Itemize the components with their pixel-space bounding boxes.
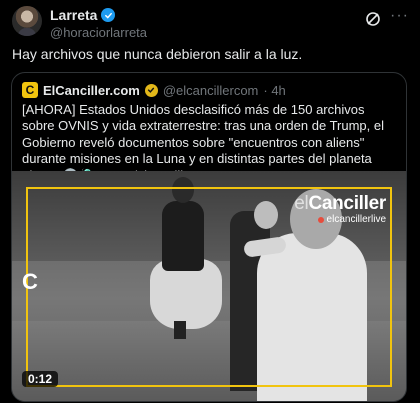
watermark-brand-name: Canciller (308, 193, 386, 214)
tweet-text: Hay archivos que nunca debieron salir a … (12, 46, 303, 62)
live-dot-icon (317, 216, 324, 223)
verified-badge-icon (101, 8, 116, 22)
gold-verified-badge-icon (144, 83, 158, 97)
more-options-icon[interactable]: ··· (390, 8, 408, 28)
author-avatar[interactable] (12, 6, 42, 36)
video-player[interactable]: C elCanciller elcancillerlive 0:12 (12, 171, 406, 401)
quoted-tweet-time[interactable]: · 4h (263, 83, 285, 98)
quoted-tweet-header: C ElCanciller.com @elcancillercom · 4h (22, 82, 286, 98)
quoted-author-handle[interactable]: @elcancillercom (163, 83, 259, 98)
channel-corner-logo: C (22, 269, 38, 294)
author-name-line: Larreta (50, 7, 116, 23)
author-display-name[interactable]: Larreta (50, 7, 97, 23)
grok-icon[interactable] (364, 10, 382, 28)
quoted-author-avatar[interactable]: C (22, 82, 38, 98)
watermark-subtitle: elcancillerlive (294, 214, 386, 225)
quoted-author-name[interactable]: ElCanciller.com (43, 83, 140, 98)
video-duration-badge: 0:12 (22, 371, 59, 387)
video-watermark: elCanciller elcancillerlive (294, 193, 386, 225)
watermark-brand-prefix: el (294, 193, 309, 214)
tweet-header: Larreta @horaciorlarreta ··· (12, 6, 408, 40)
watermark-subtitle-text: elcancillerlive (326, 214, 386, 225)
watermark-brand: elCanciller (294, 193, 386, 215)
author-handle[interactable]: @horaciorlarreta (50, 25, 147, 40)
quoted-tweet-card[interactable]: C ElCanciller.com @elcancillercom · 4h [… (11, 72, 407, 402)
